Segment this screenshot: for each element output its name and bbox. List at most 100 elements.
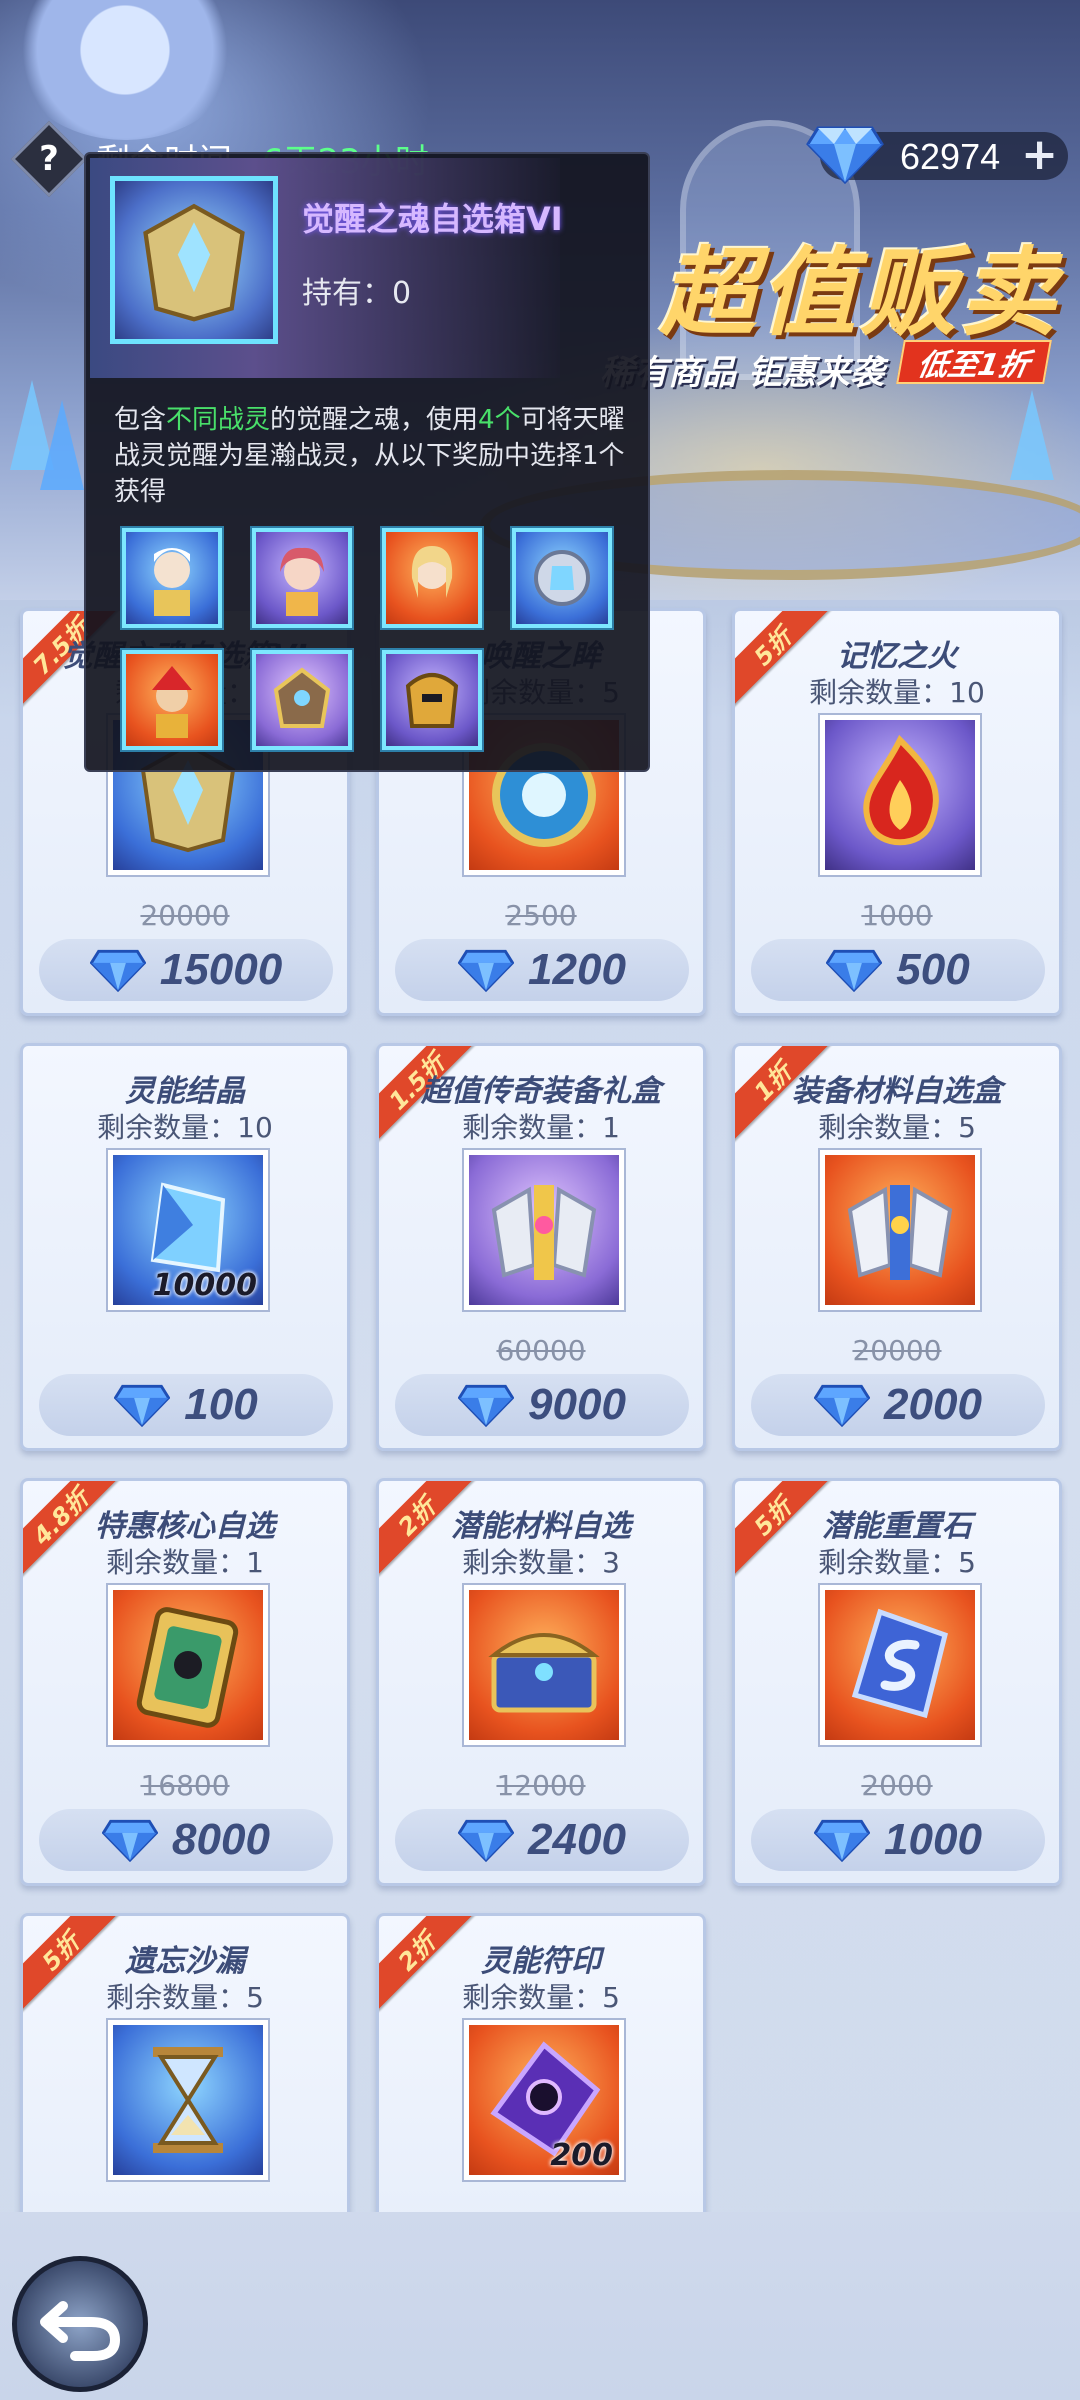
memory-fire-icon bbox=[863, 734, 939, 846]
diamond-icon bbox=[102, 1819, 159, 1862]
tooltip-owned: 持有：0 bbox=[302, 268, 411, 312]
desc-highlight: 不同战灵 bbox=[166, 405, 271, 435]
price-value: 1000 bbox=[884, 1815, 982, 1864]
original-price: 20000 bbox=[852, 1334, 942, 1367]
core-card-icon bbox=[136, 1607, 239, 1728]
item-name: 潜能材料自选 bbox=[451, 1509, 631, 1544]
reward-option[interactable] bbox=[382, 650, 482, 750]
bottom-bar-background bbox=[0, 2212, 1080, 2400]
diamond-icon bbox=[458, 949, 515, 992]
add-currency-button[interactable]: + bbox=[1021, 132, 1058, 178]
help-icon: ? bbox=[39, 139, 59, 179]
buy-button[interactable]: 500 bbox=[751, 939, 1045, 1001]
armored-character-icon bbox=[273, 667, 331, 728]
desc-highlight: 4个 bbox=[478, 405, 521, 435]
desc-text: 的觉醒之魂，使用 bbox=[270, 405, 479, 435]
owned-label: 持有： bbox=[302, 276, 392, 311]
item-name: 潜能重置石 bbox=[822, 1509, 972, 1544]
buy-button[interactable]: 8000 bbox=[39, 1809, 333, 1871]
item-remaining: 剩余数量：5 bbox=[818, 1111, 976, 1144]
item-name: 灵能结晶 bbox=[125, 1074, 245, 1109]
buy-button[interactable]: 1200 bbox=[395, 939, 689, 1001]
shop-item-card[interactable]: 1.5折 超值传奇装备礼盒 剩余数量：1 60000 9000 bbox=[376, 1043, 706, 1451]
item-icon-box bbox=[820, 715, 980, 875]
item-name: 遗忘沙漏 bbox=[125, 1944, 245, 1979]
price-value: 2000 bbox=[884, 1380, 982, 1429]
item-quantity: 10000 bbox=[152, 1268, 257, 1303]
reward-option[interactable] bbox=[122, 650, 222, 750]
shop-item-card[interactable]: 1折 装备材料自选盒 剩余数量：5 20000 2000 bbox=[732, 1043, 1062, 1451]
shop-item-card[interactable]: 5折 潜能重置石 剩余数量：5 2000 1000 bbox=[732, 1478, 1062, 1886]
crystal-decoration bbox=[40, 400, 84, 490]
diamond-icon bbox=[89, 949, 146, 992]
price-value: 500 bbox=[896, 945, 970, 994]
awakening-soul-chest-icon bbox=[143, 203, 245, 322]
shop-title: 超值贩卖 bbox=[660, 237, 1060, 349]
diamond-icon bbox=[114, 1384, 171, 1427]
tooltip-item-icon bbox=[110, 176, 278, 344]
diamond-icon bbox=[826, 949, 883, 992]
hourglass-icon bbox=[153, 2047, 223, 2153]
character-portrait-icon bbox=[280, 547, 324, 616]
reward-option[interactable] bbox=[252, 650, 352, 750]
buy-button[interactable]: 100 bbox=[39, 1374, 333, 1436]
armored-character-icon bbox=[405, 673, 459, 728]
reward-option[interactable] bbox=[382, 528, 482, 628]
diamond-icon bbox=[814, 1384, 871, 1427]
diamond-balance: 62974 + bbox=[806, 126, 1068, 184]
item-name: 记忆之火 bbox=[837, 639, 957, 674]
legendary-equipment-box-icon bbox=[491, 1185, 597, 1280]
item-remaining: 剩余数量：10 bbox=[809, 676, 985, 709]
item-remaining: 剩余数量：5 bbox=[818, 1546, 976, 1579]
item-name: 超值传奇装备礼盒 bbox=[421, 1074, 661, 1109]
diamond-icon bbox=[458, 1819, 515, 1862]
buy-button[interactable]: 1000 bbox=[751, 1809, 1045, 1871]
item-icon-box: 10000 bbox=[108, 1150, 268, 1310]
reward-option[interactable] bbox=[122, 528, 222, 628]
reward-option[interactable] bbox=[252, 528, 352, 628]
back-button[interactable] bbox=[12, 2256, 148, 2392]
item-remaining: 剩余数量：3 bbox=[462, 1546, 620, 1579]
buy-button[interactable]: 2000 bbox=[751, 1374, 1045, 1436]
item-icon-box bbox=[464, 1150, 624, 1310]
buy-button[interactable]: 9000 bbox=[395, 1374, 689, 1436]
character-portrait-icon bbox=[154, 548, 190, 616]
reward-option[interactable] bbox=[512, 528, 612, 628]
item-name: 装备材料自选盒 bbox=[792, 1074, 1002, 1109]
tooltip-header: 觉醒之魂自选箱VI 持有：0 bbox=[90, 158, 563, 378]
treasure-chest-icon bbox=[488, 1633, 600, 1713]
item-remaining: 剩余数量：10 bbox=[97, 1111, 273, 1144]
diamond-icon bbox=[814, 1819, 871, 1862]
item-icon-box bbox=[108, 2020, 268, 2180]
discount-badge: 低至1折 bbox=[896, 340, 1052, 384]
item-remaining: 剩余数量：1 bbox=[462, 1111, 620, 1144]
price-value: 1200 bbox=[528, 945, 626, 994]
original-price: 2000 bbox=[861, 1769, 933, 1802]
diamond-amount: 62974 bbox=[900, 136, 1001, 177]
item-remaining: 剩余数量：1 bbox=[106, 1546, 264, 1579]
original-price: 60000 bbox=[496, 1334, 586, 1367]
crystal-decoration bbox=[1010, 390, 1054, 480]
buy-button[interactable]: 2400 bbox=[395, 1809, 689, 1871]
original-price: 20000 bbox=[140, 899, 230, 932]
shop-item-card[interactable]: 5折 记忆之火 剩余数量：10 1000 500 bbox=[732, 608, 1062, 1016]
buy-button[interactable]: 15000 bbox=[39, 939, 333, 1001]
shop-item-card[interactable]: 4.8折 特惠核心自选 剩余数量：1 16800 8000 bbox=[20, 1478, 350, 1886]
tooltip-item-name: 觉醒之魂自选箱VI bbox=[302, 200, 563, 238]
item-icon-box bbox=[464, 1585, 624, 1745]
price-value: 15000 bbox=[159, 945, 283, 994]
character-portrait-icon bbox=[411, 546, 453, 598]
item-remaining: 剩余数量：5 bbox=[462, 1981, 620, 2014]
item-icon-box bbox=[820, 1150, 980, 1310]
item-name: 灵能符印 bbox=[481, 1944, 601, 1979]
desc-text: 包含 bbox=[114, 405, 167, 435]
shop-item-card[interactable]: 2折 潜能材料自选 剩余数量：3 12000 2400 bbox=[376, 1478, 706, 1886]
diamond-icon bbox=[458, 1384, 515, 1427]
diamond-icon bbox=[806, 126, 884, 184]
price-value: 100 bbox=[184, 1380, 258, 1429]
reset-stone-icon bbox=[851, 1608, 948, 1719]
original-price: 1000 bbox=[861, 899, 933, 932]
back-arrow-icon bbox=[40, 2301, 121, 2361]
item-detail-tooltip: 觉醒之魂自选箱VI 持有：0 包含不同战灵的觉醒之魂，使用4个可将天曜战灵觉醒为… bbox=[84, 152, 650, 772]
shop-item-card[interactable]: 灵能结晶 剩余数量：10 10000 100 bbox=[20, 1043, 350, 1451]
